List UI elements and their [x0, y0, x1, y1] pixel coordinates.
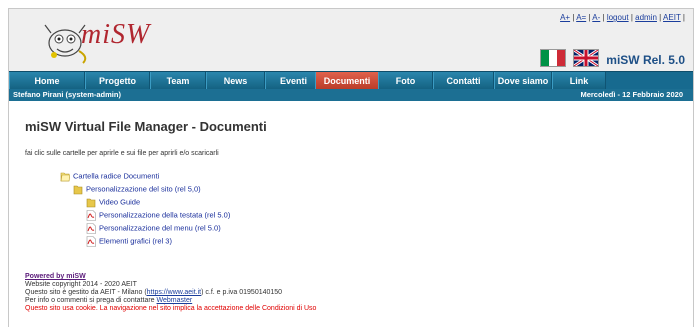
- logo-text: miSW: [81, 19, 151, 50]
- italian-flag-icon[interactable]: [540, 49, 566, 67]
- nav-dove-siamo[interactable]: Dove siamo: [494, 72, 552, 90]
- tree-item-folder[interactable]: Video Guide: [86, 197, 140, 208]
- tree-item-label: Cartella radice Documenti: [73, 171, 160, 181]
- nav-news[interactable]: News: [206, 72, 265, 90]
- nav-documenti[interactable]: Documenti: [315, 72, 379, 90]
- page-title: miSW Virtual File Manager - Documenti: [25, 119, 267, 134]
- tree-item-file[interactable]: Personalizzazione del menu (rel 5.0): [86, 223, 221, 234]
- pdf-file-icon: [86, 210, 96, 221]
- webmaster-link[interactable]: Webmaster: [157, 297, 193, 304]
- main-nav: Home Progetto Team News Eventi Documenti…: [9, 71, 693, 90]
- admin-link[interactable]: admin: [635, 13, 657, 22]
- nav-foto[interactable]: Foto: [378, 72, 433, 90]
- release-label: miSW Rel. 5.0: [606, 53, 685, 67]
- current-date: Mercoledì - 12 Febbraio 2020: [580, 90, 683, 99]
- folder-icon: [73, 185, 83, 195]
- contact-text: Per info o commenti si prega di contatta…: [25, 297, 193, 304]
- font-reset-link[interactable]: A=: [576, 13, 586, 22]
- language-flags: [540, 49, 600, 67]
- tree-item-file[interactable]: Personalizzazione della testata (rel 5.0…: [86, 210, 230, 221]
- nav-home[interactable]: Home: [9, 72, 85, 90]
- logout-link[interactable]: logout: [607, 13, 629, 22]
- tree-item-label: Elementi grafici (rel 3): [99, 236, 172, 246]
- copyright-text: Website copyright 2014 - 2020 AEIT: [25, 281, 137, 288]
- tree-item-label: Personalizzazione della testata (rel 5.0…: [99, 210, 231, 220]
- current-user: Stefano Pirani (system-admin): [13, 90, 121, 99]
- pdf-file-icon: [86, 236, 96, 247]
- nav-contatti[interactable]: Contatti: [433, 72, 494, 90]
- top-links: A+ | A= | A- | logout | admin | AEIT |: [560, 13, 685, 22]
- header: miSW A+ | A= | A- | logout | admin | AEI…: [9, 9, 693, 71]
- footer: Powered by miSW Website copyright 2014 -…: [25, 273, 316, 313]
- tree-item-label: Personalizzazione del menu (rel 5.0): [99, 223, 221, 233]
- tree-item-root[interactable]: Cartella radice Documenti: [60, 171, 159, 182]
- nav-progetto[interactable]: Progetto: [85, 72, 150, 90]
- folder-open-icon: [60, 172, 70, 182]
- uk-flag-icon[interactable]: [573, 49, 600, 67]
- tree-item-label: Personalizzazione del sito (rel 5,0): [86, 184, 201, 194]
- font-decrease-link[interactable]: A-: [592, 13, 600, 22]
- tree-item-file[interactable]: Elementi grafici (rel 3): [86, 236, 172, 247]
- powered-by-link[interactable]: Powered by miSW: [25, 273, 86, 280]
- aeit-link[interactable]: AEIT: [663, 13, 681, 22]
- pdf-file-icon: [86, 223, 96, 234]
- instructions-text: fai clic sulle cartelle per aprirle e su…: [25, 150, 219, 157]
- managed-by-text: Questo sito è gestito da AEIT - Milano (…: [25, 289, 283, 296]
- nav-team[interactable]: Team: [150, 72, 206, 90]
- tree-item-label: Video Guide: [99, 197, 141, 207]
- user-bar: Stefano Pirani (system-admin) Mercoledì …: [9, 89, 693, 101]
- folder-icon: [86, 198, 96, 208]
- aeit-website-link[interactable]: https://www.aeit.it: [147, 289, 201, 296]
- tree-item-folder[interactable]: Personalizzazione del sito (rel 5,0): [73, 184, 201, 195]
- font-increase-link[interactable]: A+: [560, 13, 570, 22]
- cookie-notice: Questo sito usa cookie. La navigazione n…: [25, 305, 317, 312]
- nav-eventi[interactable]: Eventi: [265, 72, 322, 90]
- page-frame: miSW A+ | A= | A- | logout | admin | AEI…: [8, 8, 694, 327]
- nav-link[interactable]: Link: [552, 72, 606, 90]
